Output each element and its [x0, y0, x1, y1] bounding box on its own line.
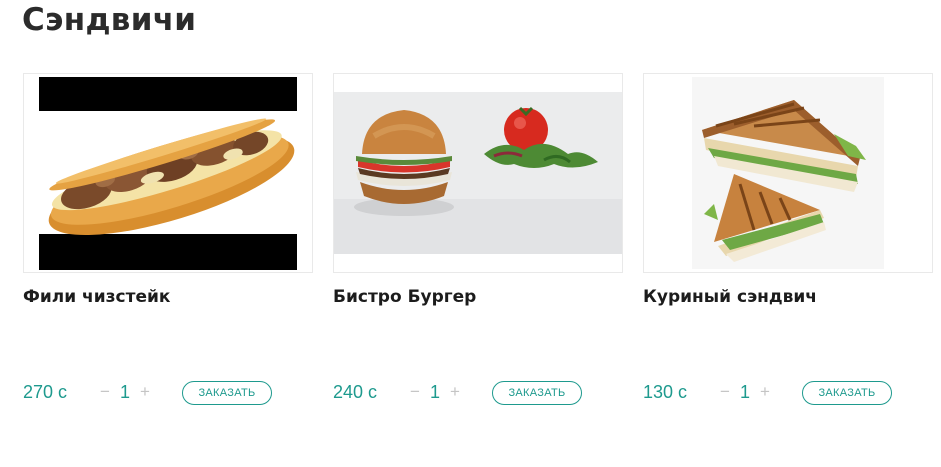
- chicken-sandwich-image[interactable]: [643, 73, 933, 273]
- qty-plus-button[interactable]: +: [450, 382, 460, 402]
- qty-plus-button[interactable]: +: [760, 382, 770, 402]
- qty-plus-button[interactable]: +: [140, 382, 150, 402]
- product-card: Куриный сэндвич 130 с − 1 + ЗАКАЗАТЬ: [643, 73, 933, 405]
- qty-value: 1: [430, 382, 441, 402]
- price: 130 с: [643, 382, 688, 402]
- burger-image[interactable]: [333, 73, 623, 273]
- product-name: Куриный сэндвич: [643, 287, 817, 307]
- section-title: Сэндвичи: [22, 2, 197, 38]
- cheesesteak-image[interactable]: [23, 73, 313, 273]
- price: 240 с: [333, 382, 378, 402]
- order-button[interactable]: ЗАКАЗАТЬ: [492, 381, 582, 405]
- qty-minus-button[interactable]: −: [100, 382, 110, 402]
- qty-minus-button[interactable]: −: [720, 382, 730, 402]
- order-button[interactable]: ЗАКАЗАТЬ: [182, 381, 272, 405]
- buy-row: 240 с − 1 + ЗАКАЗАТЬ: [333, 381, 623, 405]
- product-name: Бистро Бургер: [333, 287, 477, 307]
- buy-row: 130 с − 1 + ЗАКАЗАТЬ: [643, 381, 933, 405]
- qty-minus-button[interactable]: −: [410, 382, 420, 402]
- qty-value: 1: [120, 382, 131, 402]
- price: 270 с: [23, 382, 68, 402]
- order-button[interactable]: ЗАКАЗАТЬ: [802, 381, 892, 405]
- product-name: Фили чизстейк: [23, 287, 171, 307]
- product-card: Бистро Бургер 240 с − 1 + ЗАКАЗАТЬ: [333, 73, 623, 405]
- product-card: Фили чизстейк 270 с − 1 + ЗАКАЗАТЬ: [23, 73, 313, 405]
- buy-row: 270 с − 1 + ЗАКАЗАТЬ: [23, 381, 313, 405]
- qty-value: 1: [740, 382, 751, 402]
